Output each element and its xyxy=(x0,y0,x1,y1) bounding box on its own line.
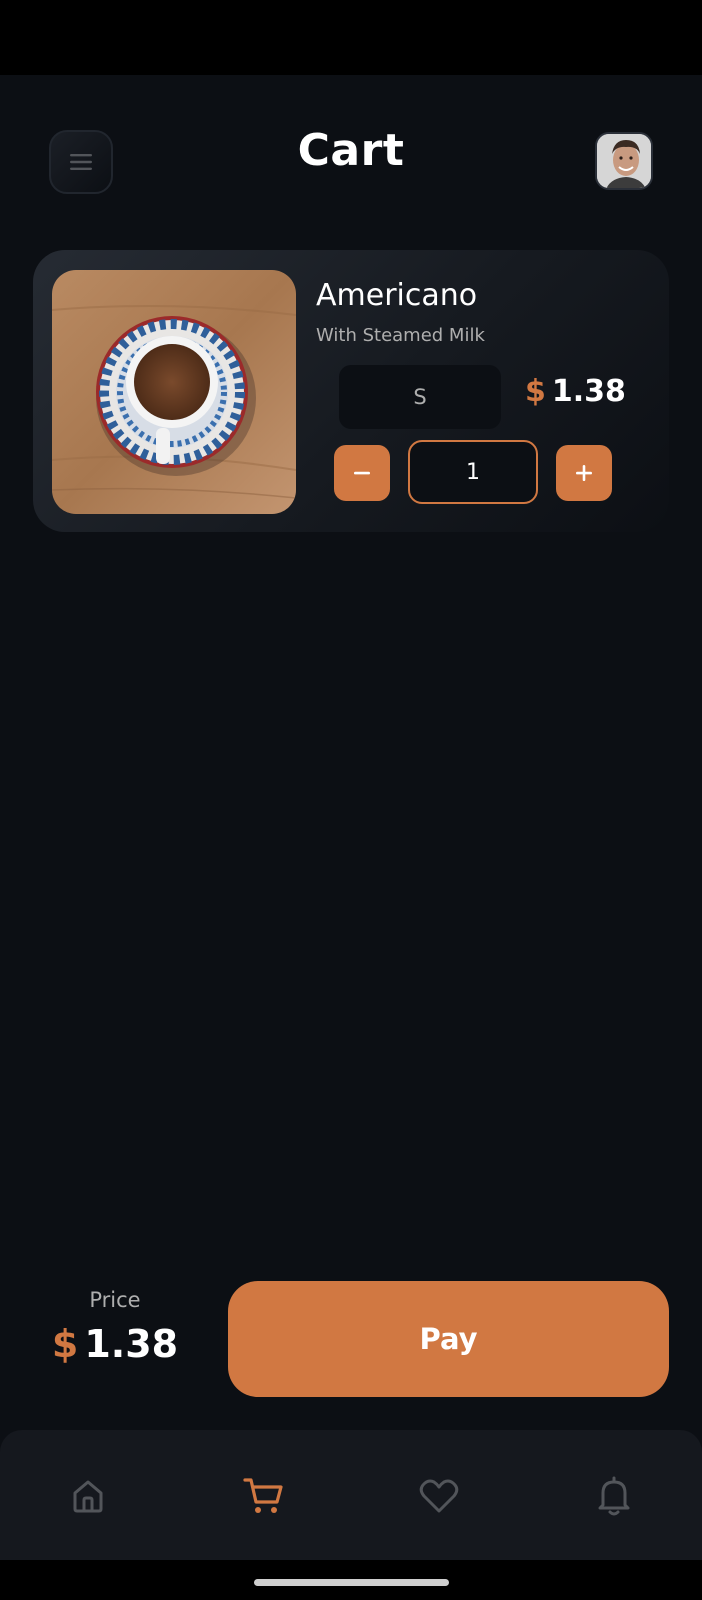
heart-icon xyxy=(419,1479,459,1513)
quantity-field[interactable]: 1 xyxy=(408,440,538,504)
nav-item-notifications[interactable] xyxy=(590,1472,638,1520)
plus-icon xyxy=(576,465,592,481)
total-price: $1.38 xyxy=(40,1322,190,1366)
cart-item-card: Americano With Steamed Milk S $1.38 1 xyxy=(33,250,669,532)
pay-button[interactable]: Pay xyxy=(228,1281,669,1397)
decrease-quantity-button[interactable] xyxy=(334,445,390,501)
cart-icon xyxy=(243,1478,283,1513)
home-indicator[interactable] xyxy=(254,1579,449,1586)
status-bar xyxy=(0,0,702,75)
nav-item-cart[interactable] xyxy=(240,1472,288,1520)
total-price-value: 1.38 xyxy=(84,1322,179,1366)
price-label: Price xyxy=(89,1288,141,1312)
user-avatar-image xyxy=(597,134,651,188)
size-chip[interactable]: S xyxy=(339,365,501,429)
product-name: Americano xyxy=(316,278,478,313)
minus-icon xyxy=(354,471,370,475)
item-price-value: 1.38 xyxy=(551,374,626,409)
increase-quantity-button[interactable] xyxy=(556,445,612,501)
total-price-block: Price $1.38 xyxy=(40,1288,190,1366)
cart-screen: Cart Americano With Steamed Milk S $ 1.3… xyxy=(0,75,702,1560)
coffee-cup-image xyxy=(52,270,296,514)
product-description: With Steamed Milk xyxy=(316,325,485,346)
avatar[interactable] xyxy=(595,132,653,190)
item-price-currency: $ xyxy=(525,374,546,409)
item-price: $1.38 xyxy=(525,374,626,409)
home-icon xyxy=(73,1480,103,1513)
nav-item-home[interactable] xyxy=(64,1472,112,1520)
bell-icon xyxy=(598,1476,630,1516)
total-price-currency: $ xyxy=(51,1322,79,1366)
bottom-navigation xyxy=(0,1430,702,1560)
system-navigation-bar xyxy=(0,1560,702,1600)
nav-item-favorites[interactable] xyxy=(415,1472,463,1520)
product-image xyxy=(52,270,296,514)
